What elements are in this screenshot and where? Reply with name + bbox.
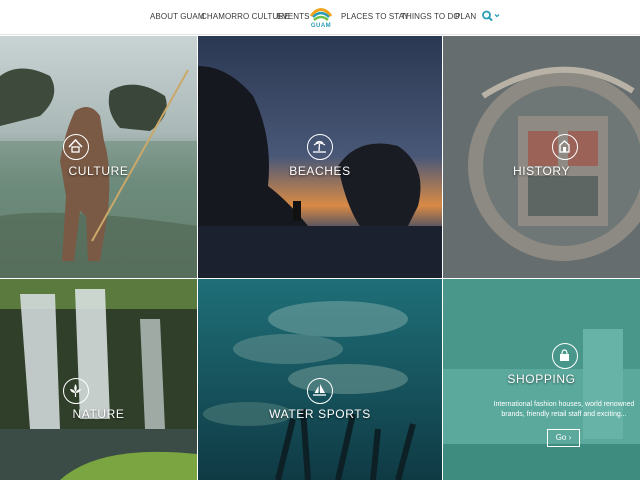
shopping-bag-icon (560, 349, 569, 361)
guam-logo-mark (309, 8, 333, 21)
culture-label: CULTURE (68, 164, 129, 178)
shopping-badge (552, 343, 578, 369)
shopping-label: SHOPPING (507, 372, 576, 386)
shopping-description: International fashion houses, world reno… (493, 401, 635, 418)
nature-label: NATURE (72, 407, 125, 421)
beaches-badge (307, 134, 333, 160)
history-label: HISTORY (512, 164, 571, 178)
nature-tile[interactable]: NATURE (0, 279, 197, 480)
church-icon (559, 140, 570, 153)
nav-places-to-stay[interactable]: PLACES TO STAY (341, 12, 409, 21)
culture-photo (0, 36, 197, 278)
nature-photo (0, 279, 197, 480)
chevron-down-icon (494, 14, 500, 18)
nature-badge (63, 378, 89, 404)
history-photo (443, 36, 640, 278)
nav-plan[interactable]: PLAN (455, 12, 476, 21)
history-tile[interactable]: HISTORY (443, 36, 640, 278)
beaches-tile[interactable]: BEACHES (198, 36, 442, 278)
search-button[interactable] (481, 9, 503, 23)
water-sports-badge (307, 378, 333, 404)
flower-icon (70, 384, 81, 397)
water-sports-label: WATER SPORTS (269, 407, 371, 421)
sailboat-icon (313, 384, 326, 396)
hut-icon (68, 138, 83, 153)
go-label: Go (555, 433, 567, 442)
guam-logo[interactable]: GUAM (305, 1, 337, 33)
culture-badge (63, 134, 89, 160)
culture-tile[interactable]: CULTURE (0, 36, 197, 278)
logo-wordmark: GUAM (310, 23, 332, 29)
palm-island-icon (313, 140, 326, 153)
nav-about-guam[interactable]: ABOUT GUAM (150, 12, 205, 21)
chevron-right-icon: › (568, 433, 572, 442)
search-icon (482, 10, 493, 21)
nav-things-to-do[interactable]: THINGS TO DO (401, 12, 460, 21)
beaches-label: BEACHES (289, 164, 351, 178)
history-badge (552, 134, 578, 160)
top-navigation: ABOUT GUAM CHAMORRO CULTURE EVENTS GUAM … (0, 0, 640, 35)
go-button[interactable]: Go › (547, 429, 580, 447)
shopping-tile[interactable]: SHOPPING International fashion houses, w… (443, 279, 640, 480)
water-sports-tile[interactable]: WATER SPORTS (198, 279, 442, 480)
